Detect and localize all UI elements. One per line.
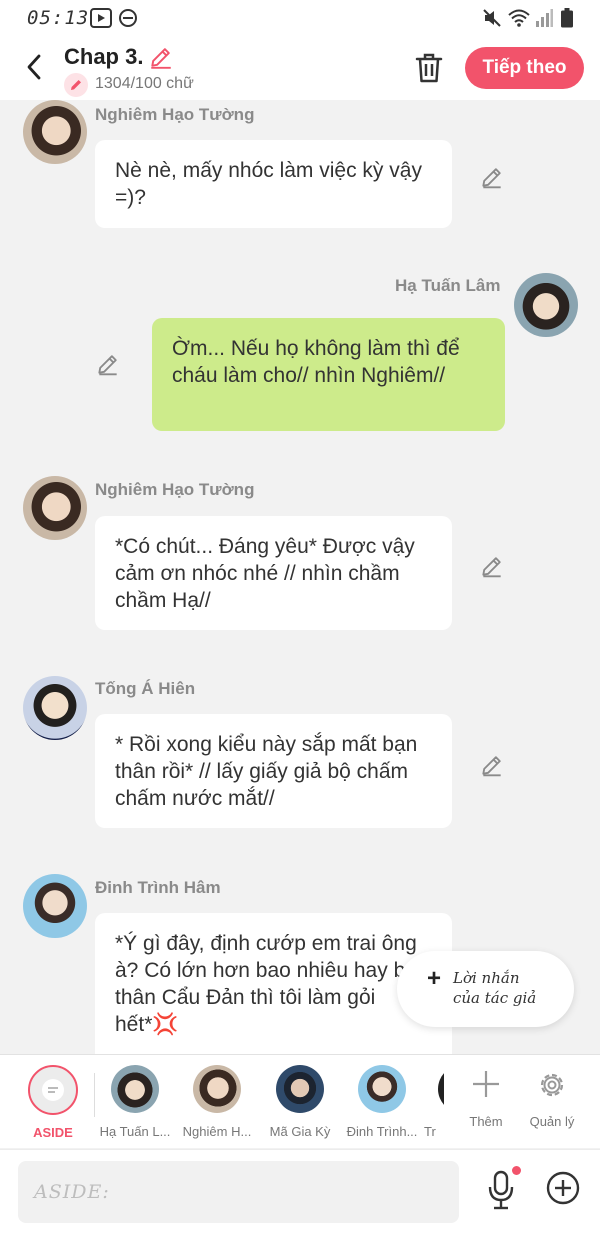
character-avatar	[193, 1065, 241, 1113]
character-name: Nghiêm H...	[182, 1124, 252, 1139]
status-bar: 05:13	[0, 0, 600, 36]
avatar-nghiem-hao-tuong[interactable]	[23, 476, 87, 540]
status-time: 05:13	[27, 7, 90, 29]
character-name: Tr	[424, 1124, 436, 1139]
word-count-pencil-icon	[64, 73, 88, 97]
character-item[interactable]: Hạ Tuấn L...	[97, 1065, 173, 1145]
plus-icon: +	[427, 965, 442, 992]
next-button[interactable]: Tiếp theo	[465, 47, 584, 89]
message-input[interactable]: ASIDE:	[18, 1161, 459, 1223]
speaker-name: Tống Á Hiên	[95, 679, 196, 698]
edit-message-icon[interactable]	[95, 351, 121, 377]
character-bar: ASIDE Hạ Tuấn L... Nghiêm H... Mã Gia Kỳ…	[0, 1054, 600, 1148]
message-bubble[interactable]: Ờm... Nếu họ không làm thì để cháu làm c…	[152, 318, 505, 431]
character-item[interactable]: Nghiêm H...	[179, 1065, 255, 1145]
message-bubble[interactable]: Nè nè, mấy nhóc làm việc kỳ vậy =)?	[95, 140, 452, 228]
do-not-disturb-icon	[119, 9, 137, 27]
manage-label: Quản lý	[529, 1114, 575, 1129]
speaker-name: Đinh Trình Hâm	[95, 878, 221, 897]
character-avatar	[276, 1065, 324, 1113]
edit-message-icon[interactable]	[479, 752, 505, 778]
gear-icon	[540, 1073, 564, 1097]
add-character-button[interactable]: Thêm	[456, 1067, 516, 1143]
character-item[interactable]: Đinh Trình...	[344, 1065, 420, 1145]
signal-icon	[536, 9, 553, 27]
battery-icon	[561, 8, 573, 28]
plus-icon	[473, 1071, 499, 1097]
character-avatar	[438, 1065, 444, 1113]
youtube-notification-icon	[90, 8, 112, 28]
avatar-tong-a-hien[interactable]	[23, 676, 87, 740]
edit-title-icon[interactable]	[148, 44, 174, 70]
microphone-button[interactable]	[485, 1169, 517, 1213]
input-bar: ASIDE:	[0, 1149, 600, 1233]
character-name: Mã Gia Kỳ	[269, 1124, 331, 1139]
notification-dot	[512, 1166, 521, 1175]
author-note-button[interactable]: + Lời nhắn của tác giả	[397, 951, 574, 1027]
edit-message-icon[interactable]	[479, 553, 505, 579]
character-avatar	[358, 1065, 406, 1113]
trash-button[interactable]	[414, 52, 444, 84]
divider	[94, 1073, 95, 1117]
character-avatar	[111, 1065, 159, 1113]
aside-icon	[42, 1079, 64, 1101]
word-count: 1304/100 chữ	[95, 75, 194, 92]
avatar-nghiem-hao-tuong[interactable]	[23, 100, 87, 164]
manage-button[interactable]: Quản lý	[522, 1067, 582, 1143]
wifi-icon	[508, 9, 530, 27]
character-item[interactable]: Tr	[424, 1065, 444, 1145]
character-item[interactable]: Mã Gia Kỳ	[262, 1065, 338, 1145]
message-bubble[interactable]: * Rồi xong kiểu này sắp mất bạn thân rồi…	[95, 714, 452, 828]
avatar-dinh-trinh-ham[interactable]	[23, 874, 87, 938]
input-placeholder: ASIDE:	[34, 1181, 110, 1203]
edit-message-icon[interactable]	[479, 164, 505, 190]
author-note-label: Lời nhắn của tác giả	[453, 969, 537, 1007]
message-bubble[interactable]: *Có chút... Đáng yêu* Được vậy cảm ơn nh…	[95, 516, 452, 630]
back-button[interactable]	[20, 50, 48, 84]
character-name: Đinh Trình...	[346, 1124, 418, 1139]
avatar-ha-tuan-lam[interactable]	[514, 273, 578, 337]
add-attachment-button[interactable]	[545, 1170, 581, 1206]
character-name: Hạ Tuấn L...	[99, 1124, 171, 1139]
speaker-name: Hạ Tuấn Lâm	[395, 276, 501, 295]
speaker-name: Nghiêm Hạo Tường	[95, 105, 255, 124]
header: Chap 3. 1304/100 chữ Tiếp theo	[0, 36, 600, 100]
mute-icon	[483, 9, 501, 27]
chapter-title[interactable]: Chap 3.	[64, 44, 143, 70]
aside-button[interactable]	[28, 1065, 78, 1115]
speaker-name: Nghiêm Hạo Tường	[95, 480, 255, 499]
chat-area[interactable]: Nghiêm Hạo Tường Nè nè, mấy nhóc làm việ…	[0, 100, 600, 1054]
